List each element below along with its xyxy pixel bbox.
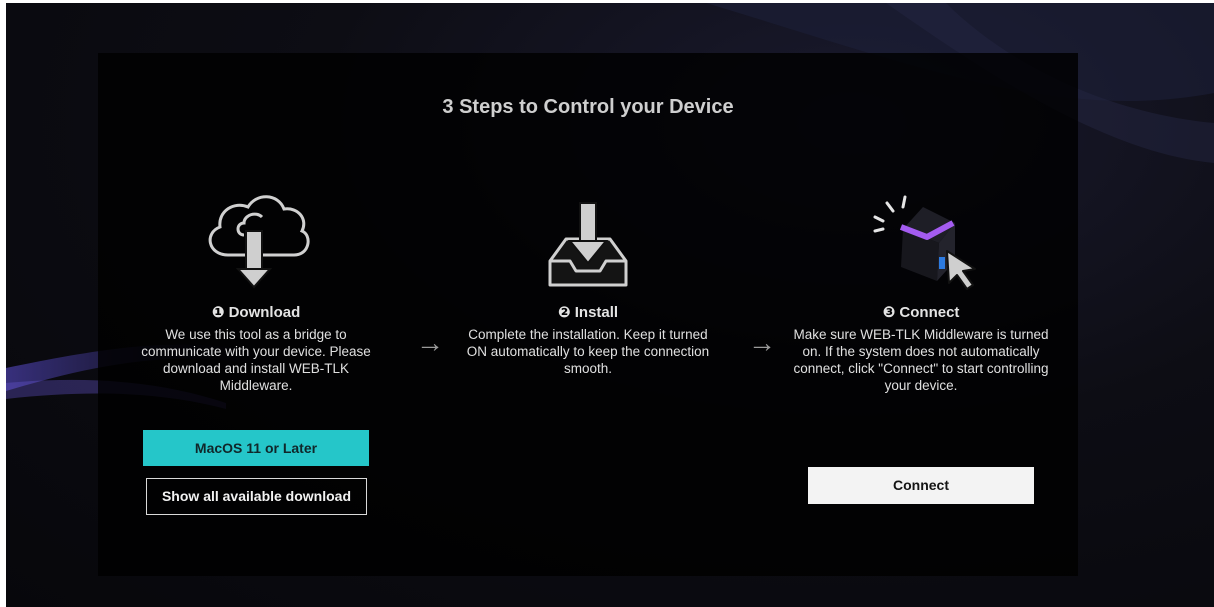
step-download-description: We use this tool as a bridge to communic… bbox=[141, 327, 371, 393]
page-title: 3 Steps to Control your Device bbox=[442, 96, 734, 118]
step-download-title: ❶ Download bbox=[211, 304, 301, 321]
arrow-right-icon: → bbox=[416, 327, 444, 358]
cloud-download-icon bbox=[208, 195, 310, 289]
app-screen: 3 Steps to Control your Device ❶ Downloa… bbox=[6, 3, 1214, 607]
step-connect: ❸ Connect Make sure WEB-TLK Middleware i… bbox=[791, 173, 1051, 394]
steps-panel: 3 Steps to Control your Device ❶ Downloa… bbox=[98, 53, 1078, 576]
step-download: ❶ Download We use this tool as a bridge … bbox=[126, 173, 386, 394]
step-connect-title: ❸ Connect bbox=[882, 304, 960, 321]
show-all-downloads-button[interactable]: Show all available download bbox=[146, 478, 367, 515]
arrow-right-icon: → bbox=[748, 327, 776, 358]
step-install-title: ❷ Install bbox=[557, 304, 619, 321]
connect-button[interactable]: Connect bbox=[808, 467, 1034, 504]
install-tray-icon bbox=[548, 202, 628, 287]
connect-cube-icon bbox=[873, 195, 976, 290]
step-install-description: Complete the installation. Keep it turne… bbox=[466, 327, 710, 376]
step-install: ❷ Install Complete the installation. Kee… bbox=[458, 173, 718, 377]
macos-download-button[interactable]: MacOS 11 or Later bbox=[143, 430, 369, 466]
step-connect-description: Make sure WEB-TLK Middleware is turned o… bbox=[793, 327, 1049, 393]
